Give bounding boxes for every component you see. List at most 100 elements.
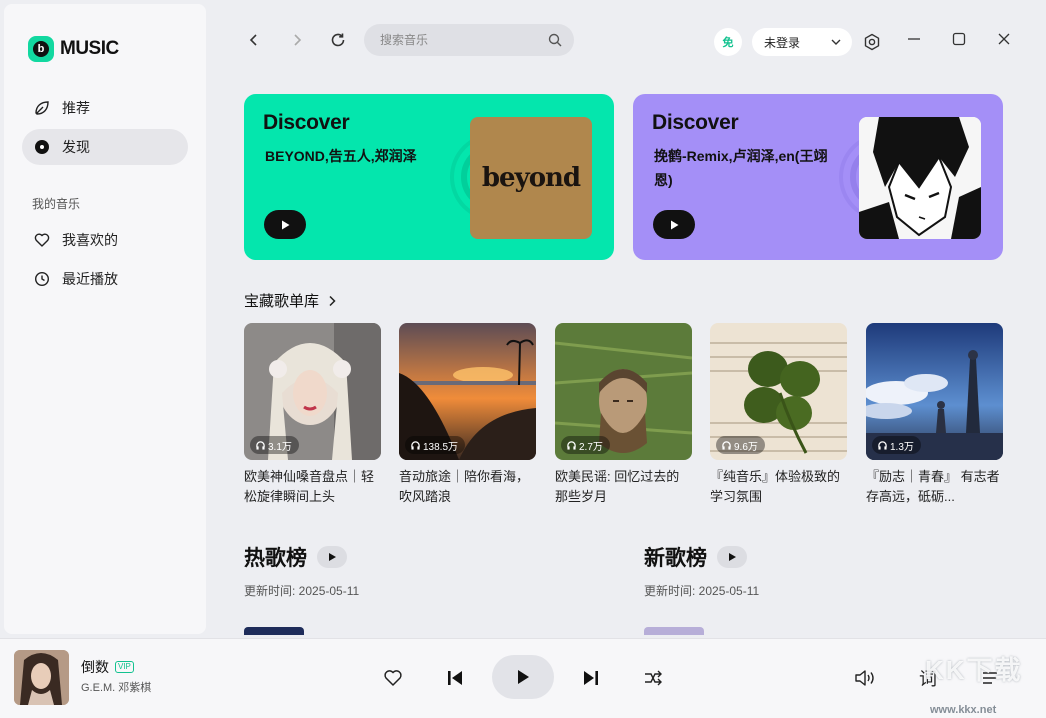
play-count: 2.7万 (579, 441, 603, 453)
discover-card[interactable]: Discover 挽鹤-Remix,卢润泽,en(王翊恩) (633, 94, 1003, 260)
album-cover[interactable]: beyond (470, 117, 592, 239)
song-artist[interactable]: G.E.M. 邓紫棋 (81, 679, 151, 695)
my-music-section-label: 我的音乐 (32, 197, 81, 211)
leaf-icon (34, 100, 50, 116)
headphones-icon (878, 440, 887, 450)
back-button[interactable] (242, 28, 266, 52)
logo-icon: b (28, 36, 54, 62)
singer-portrait (14, 650, 69, 705)
playlist-cover[interactable]: 138.5万 (399, 323, 536, 460)
album-cover-text: beyond (481, 163, 581, 193)
playlist-title[interactable]: 『纯音乐』体验极致的学习氛围 (710, 467, 847, 507)
play-icon (282, 220, 290, 229)
playlist-cover[interactable]: 2.7万 (555, 323, 692, 460)
login-dropdown[interactable]: 未登录 (752, 28, 852, 56)
app-logo[interactable]: b MUSIC (28, 36, 119, 62)
play-count-badge: 138.5万 (405, 436, 466, 454)
like-button[interactable] (380, 665, 406, 691)
next-track-button[interactable] (578, 665, 604, 691)
brand-name: MUSIC (60, 38, 119, 59)
playlist-card[interactable]: 2.7万 欧美民谣: 回忆过去的那些岁月 (555, 323, 692, 507)
chevron-left-icon (249, 34, 257, 46)
sidebar-item-favorites[interactable]: 我喜欢的 (22, 222, 188, 258)
watermark-url: www.kkx.net (930, 704, 997, 716)
heart-icon (34, 232, 50, 248)
sidebar-item-label: 推荐 (62, 100, 90, 116)
play-count-badge: 1.3万 (872, 436, 921, 454)
refresh-button[interactable] (326, 28, 350, 52)
hot-chart-header: 热歌榜 (244, 542, 347, 572)
search-box[interactable] (364, 24, 574, 56)
music-app-window: b MUSIC 推荐 发现 我的音乐 我喜欢的 最近播放 搜索音乐 免 未登录 … (0, 0, 1046, 718)
discover-card[interactable]: Discover BEYOND,告五人,郑润泽 beyond (244, 94, 614, 260)
play-count: 138.5万 (423, 441, 459, 453)
search-input[interactable] (380, 33, 548, 47)
chevron-right-icon (329, 295, 336, 306)
sidebar-item-label: 发现 (62, 139, 90, 155)
play-count-badge: 2.7万 (561, 436, 610, 454)
playlist-cover[interactable]: 3.1万 (244, 323, 381, 460)
sidebar-item-discover[interactable]: 发现 (22, 129, 188, 165)
sidebar-item-label: 我喜欢的 (62, 232, 118, 248)
play-count-badge: 3.1万 (250, 436, 299, 454)
playlist-card[interactable]: 138.5万 音动旅途｜陪你看海，吹风踏浪 (399, 323, 536, 507)
headphones-icon (256, 440, 265, 450)
disc-icon (34, 139, 50, 155)
chart-play-button[interactable] (717, 546, 747, 568)
headphones-icon (411, 440, 420, 450)
playlist-card[interactable]: 9.6万 『纯音乐』体验极致的学习氛围 (710, 323, 847, 507)
headphones-icon (722, 440, 731, 450)
maximize-button[interactable] (947, 27, 971, 51)
playlist-card[interactable]: 3.1万 欧美神仙嗓音盘点｜轻松旋律瞬间上头 (244, 323, 381, 507)
album-cover[interactable] (859, 117, 981, 239)
playlist-title[interactable]: 欧美民谣: 回忆过去的那些岁月 (555, 467, 692, 507)
playlist-card[interactable]: 1.3万 『励志｜青春』 有志者存高远，砥砺... (866, 323, 1003, 507)
chart-updated-time: 更新时间: 2025-05-11 (244, 584, 360, 598)
song-title: 倒数 (81, 659, 109, 675)
minimize-button[interactable] (902, 27, 926, 51)
clock-icon (34, 271, 50, 287)
play-count: 1.3万 (890, 441, 914, 453)
discover-title: Discover (263, 111, 350, 134)
forward-button[interactable] (285, 28, 309, 52)
play-count: 3.1万 (268, 441, 292, 453)
now-playing-info[interactable]: 倒数 VIP (81, 657, 134, 677)
skip-previous-icon (448, 671, 462, 685)
search-icon[interactable] (548, 33, 562, 47)
playlist-title[interactable]: 『励志｜青春』 有志者存高远，砥砺... (866, 467, 1003, 507)
now-playing-cover[interactable] (14, 650, 69, 705)
chart-play-button[interactable] (317, 546, 347, 568)
volume-icon (855, 670, 874, 686)
player-bar: 倒数 VIP G.E.M. 邓紫棋 词 (0, 638, 1046, 718)
gear-icon (864, 33, 880, 51)
close-icon (998, 33, 1010, 45)
chevron-down-icon (831, 39, 841, 45)
playlist-cover[interactable]: 9.6万 (710, 323, 847, 460)
sidebar-item-recommend[interactable]: 推荐 (22, 90, 188, 126)
minimize-icon (908, 38, 920, 40)
playlist-section-header[interactable]: 宝藏歌单库 (244, 290, 337, 311)
volume-button[interactable] (852, 665, 878, 691)
play-count: 9.6万 (734, 441, 758, 453)
chart-title[interactable]: 新歌榜 (644, 542, 707, 572)
play-icon (671, 220, 679, 229)
discover-play-button[interactable] (264, 210, 306, 239)
sidebar: b MUSIC 推荐 发现 我的音乐 我喜欢的 最近播放 (4, 4, 206, 634)
playlist-title[interactable]: 音动旅途｜陪你看海，吹风踏浪 (399, 467, 536, 507)
sidebar-item-recent[interactable]: 最近播放 (22, 261, 188, 297)
play-pause-button[interactable] (492, 655, 554, 699)
headphones-icon (567, 440, 576, 450)
close-button[interactable] (992, 27, 1016, 51)
sidebar-item-label: 最近播放 (62, 271, 118, 287)
login-label: 未登录 (764, 35, 801, 50)
anime-portrait-illustration (859, 117, 981, 239)
play-mode-button[interactable] (640, 665, 666, 691)
free-badge[interactable]: 免 (714, 28, 742, 56)
playlist-title[interactable]: 欧美神仙嗓音盘点｜轻松旋律瞬间上头 (244, 467, 381, 507)
playlist-cover[interactable]: 1.3万 (866, 323, 1003, 460)
discover-play-button[interactable] (653, 210, 695, 239)
chart-title[interactable]: 热歌榜 (244, 542, 307, 572)
settings-button[interactable] (860, 30, 884, 54)
previous-track-button[interactable] (442, 665, 468, 691)
skip-next-icon (584, 671, 598, 685)
